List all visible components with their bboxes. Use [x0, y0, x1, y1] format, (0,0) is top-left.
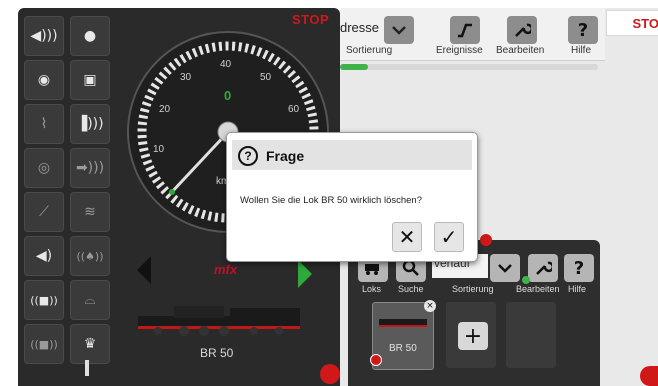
horn-icon[interactable]: ▐))) — [70, 104, 110, 144]
progress-fill — [340, 64, 368, 70]
add-loco-button[interactable]: + — [458, 322, 488, 350]
arrow-right-icon[interactable] — [298, 260, 312, 288]
dialog-title: Frage — [266, 148, 305, 164]
wrench-icon[interactable] — [507, 16, 537, 44]
status-dot-icon — [522, 276, 530, 284]
brand-mfx: mfx — [214, 262, 238, 277]
loco-tile-name: BR 50 — [389, 343, 417, 354]
locos-label: Loks — [362, 284, 382, 294]
loco-badge-icon[interactable] — [320, 364, 340, 384]
gauge-tick-10: 10 — [153, 144, 165, 155]
speaker-sound-icon[interactable]: ◀))) — [24, 16, 64, 56]
sound-loco-2-icon[interactable]: ((■)) — [24, 324, 64, 364]
chevron-down-icon[interactable] — [384, 16, 414, 44]
train-front-icon[interactable]: ▣ — [70, 60, 110, 100]
coupler-icon[interactable]: ⌓ — [70, 280, 110, 320]
loco-active-dot-icon — [370, 354, 382, 366]
list-sort-label: Sortierung — [452, 284, 494, 294]
speed-readout: 0 — [224, 88, 231, 103]
empty-slot — [506, 302, 556, 368]
arrow-left-icon[interactable] — [137, 256, 151, 284]
function-buttons: ◀))) ● ◉ ▣ ⌇ ▐))) ◎ ➡))) ⟋ ≋ ◀) ((♠)) ((… — [24, 16, 124, 376]
gauge-tick-60: 60 — [288, 104, 300, 115]
panel-badge-icon — [480, 234, 492, 246]
wave-icon[interactable]: ≋ — [70, 192, 110, 232]
rail-signal-icon[interactable]: ⌇ — [24, 104, 64, 144]
bell-icon[interactable]: ((♠)) — [70, 236, 110, 276]
dot-light-icon[interactable]: ● — [70, 16, 110, 56]
help-icon-list[interactable]: ? — [564, 254, 594, 282]
remove-icon[interactable]: × — [424, 300, 436, 312]
sound-loco-icon[interactable]: ((■)) — [24, 280, 64, 320]
chevron-down-icon-list[interactable] — [490, 254, 520, 282]
gauge-tick-50: 50 — [260, 72, 272, 83]
gauge-tick-40: 40 — [220, 59, 232, 70]
speaker-circle-icon[interactable]: ◉ — [24, 60, 64, 100]
gauge-tick-30: 30 — [180, 72, 192, 83]
list-help-label: Hilfe — [568, 284, 587, 294]
wrench-icon-list[interactable] — [528, 254, 558, 282]
loco-thumbnail — [379, 319, 427, 327]
gauge-tick-20: 20 — [159, 104, 171, 115]
progress-track — [340, 64, 598, 70]
help-label: Hilfe — [571, 45, 592, 56]
edit-label: Bearbeiten — [496, 45, 545, 56]
loco-name: BR 50 — [200, 346, 234, 360]
list-edit-label: Bearbeiten — [516, 284, 560, 294]
slider-handle[interactable] — [85, 360, 89, 376]
search-label: Suche — [398, 284, 424, 294]
stop-button-right[interactable]: STO — [606, 10, 658, 36]
loco-image[interactable] — [134, 298, 304, 336]
dialog-message: Wollen Sie die Lok BR 50 wirklich lösche… — [240, 195, 422, 206]
events-label: Ereignisse — [436, 45, 483, 56]
corner-badge-icon[interactable] — [640, 366, 658, 386]
confirm-button[interactable]: ✓ — [434, 222, 464, 252]
address-field[interactable]: dresse — [340, 20, 379, 35]
help-icon[interactable]: ? — [568, 16, 598, 44]
cancel-button[interactable]: ✕ — [392, 222, 422, 252]
radio-wheel-icon[interactable]: ◎ — [24, 148, 64, 188]
speaker-left-icon[interactable]: ◀) — [24, 236, 64, 276]
sort-label: Sortierung — [346, 45, 393, 56]
question-icon: ? — [238, 146, 258, 166]
crown-icon[interactable]: ♛ — [70, 324, 110, 364]
events-icon[interactable] — [450, 16, 480, 44]
whistle-icon[interactable]: ➡))) — [70, 148, 110, 188]
pantograph-icon[interactable]: ⟋ — [24, 192, 64, 232]
